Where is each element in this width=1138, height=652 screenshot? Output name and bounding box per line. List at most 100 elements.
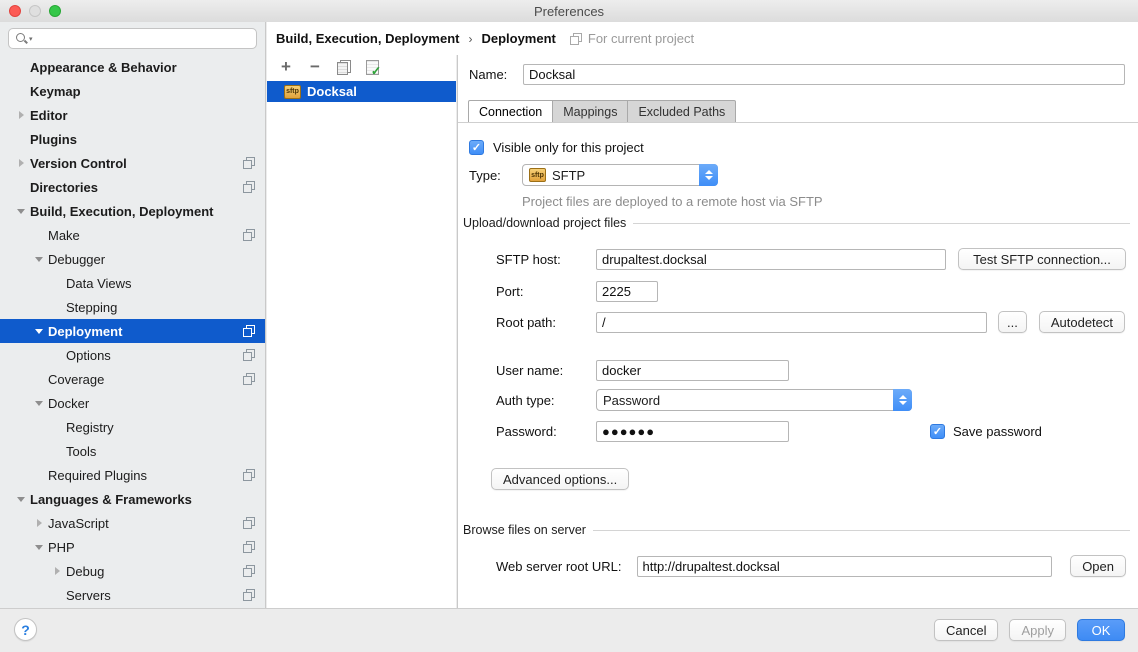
sidebar-item-label: Data Views <box>66 276 132 291</box>
sidebar-item-label: Docker <box>48 396 89 411</box>
test-connection-button[interactable]: Test SFTP connection... <box>958 248 1126 270</box>
minimize-window-icon[interactable] <box>29 5 41 17</box>
password-input[interactable] <box>596 421 789 442</box>
chevron-right-icon[interactable] <box>30 519 48 527</box>
sidebar-item-coverage[interactable]: Coverage <box>0 367 265 391</box>
server-list-toolbar <box>267 55 456 79</box>
breadcrumb-parent[interactable]: Build, Execution, Deployment <box>276 31 459 46</box>
auth-type-value: Password <box>603 393 660 408</box>
auth-type-select[interactable]: Password <box>596 389 912 411</box>
sidebar-item-directories[interactable]: Directories <box>0 175 265 199</box>
browse-root-path-button[interactable]: ... <box>998 311 1027 333</box>
chevron-down-icon[interactable] <box>30 401 48 406</box>
settings-tree: Appearance & BehaviorKeymapEditorPlugins… <box>0 55 265 607</box>
sidebar-item-data-views[interactable]: Data Views <box>0 271 265 295</box>
add-icon[interactable] <box>278 59 294 75</box>
sidebar-item-debug[interactable]: Debug <box>0 559 265 583</box>
sidebar-item-required-plugins[interactable]: Required Plugins <box>0 463 265 487</box>
tab-content-divider <box>458 122 1138 123</box>
server-list-panel: sftpDocksal <box>267 55 456 608</box>
cancel-button[interactable]: Cancel <box>934 619 998 641</box>
sidebar-item-stepping[interactable]: Stepping <box>0 295 265 319</box>
name-input[interactable] <box>523 64 1125 85</box>
sidebar-item-version-control[interactable]: Version Control <box>0 151 265 175</box>
tab-mappings[interactable]: Mappings <box>553 100 628 123</box>
chevron-right-icon[interactable] <box>12 111 30 119</box>
server-list: sftpDocksal <box>267 81 456 102</box>
autodetect-button[interactable]: Autodetect <box>1039 311 1125 333</box>
close-window-icon[interactable] <box>9 5 21 17</box>
shared-settings-icon <box>243 565 255 577</box>
sftp-host-input[interactable] <box>596 249 946 270</box>
preferences-window: Preferences ▾ Appearance & BehaviorKeyma… <box>0 0 1138 652</box>
chevron-down-icon[interactable] <box>12 209 30 214</box>
chevron-down-icon[interactable] <box>30 545 48 550</box>
title-bar: Preferences <box>0 0 1138 22</box>
tab-excluded-paths[interactable]: Excluded Paths <box>628 100 736 123</box>
sidebar-item-editor[interactable]: Editor <box>0 103 265 127</box>
sidebar-item-registry[interactable]: Registry <box>0 415 265 439</box>
sidebar-item-label: PHP <box>48 540 75 555</box>
type-select[interactable]: sftp SFTP <box>522 164 718 186</box>
save-password-label: Save password <box>953 424 1042 439</box>
server-item-docksal[interactable]: sftpDocksal <box>267 81 456 102</box>
tab-connection[interactable]: Connection <box>468 100 553 123</box>
root-path-input[interactable] <box>596 312 987 333</box>
copy-server-icon[interactable] <box>336 59 352 75</box>
chevron-right-icon[interactable] <box>48 567 66 575</box>
user-name-input[interactable] <box>596 360 789 381</box>
chevron-down-icon[interactable] <box>30 329 48 334</box>
chevron-right-icon[interactable] <box>12 159 30 167</box>
sidebar-item-keymap[interactable]: Keymap <box>0 79 265 103</box>
visible-only-label: Visible only for this project <box>493 140 644 155</box>
sidebar-item-javascript[interactable]: JavaScript <box>0 511 265 535</box>
web-root-label: Web server root URL: <box>496 559 637 574</box>
sidebar-item-deployment[interactable]: Deployment <box>0 319 265 343</box>
search-input[interactable] <box>33 31 250 46</box>
apply-button[interactable]: Apply <box>1009 619 1066 641</box>
name-label: Name: <box>469 67 523 82</box>
sidebar-item-build-execution-deployment[interactable]: Build, Execution, Deployment <box>0 199 265 223</box>
sidebar-item-label: Make <box>48 228 80 243</box>
sidebar-item-make[interactable]: Make <box>0 223 265 247</box>
scope-indicator: For current project <box>570 31 694 46</box>
type-value: SFTP <box>552 168 585 183</box>
search-box[interactable]: ▾ <box>8 28 257 49</box>
save-password-checkbox[interactable]: ✓ <box>930 424 945 439</box>
remove-icon[interactable] <box>307 59 323 75</box>
visible-only-checkbox[interactable]: ✓ <box>469 140 484 155</box>
sidebar-item-docker[interactable]: Docker <box>0 391 265 415</box>
advanced-options-button[interactable]: Advanced options... <box>491 468 629 490</box>
browse-section-title: Browse files on server <box>463 523 586 537</box>
sidebar-item-label: JavaScript <box>48 516 109 531</box>
sidebar-item-label: Options <box>66 348 111 363</box>
open-url-button[interactable]: Open <box>1070 555 1126 577</box>
sidebar-item-php[interactable]: PHP <box>0 535 265 559</box>
web-root-input[interactable] <box>637 556 1053 577</box>
chevron-down-icon[interactable] <box>30 257 48 262</box>
upload-section-divider <box>633 223 1130 224</box>
sidebar-item-options[interactable]: Options <box>0 343 265 367</box>
sidebar-item-tools[interactable]: Tools <box>0 439 265 463</box>
sidebar-item-debugger[interactable]: Debugger <box>0 247 265 271</box>
password-label: Password: <box>496 424 596 439</box>
auth-type-label: Auth type: <box>496 393 596 408</box>
help-button[interactable]: ? <box>14 618 37 641</box>
shared-settings-icon <box>243 157 255 169</box>
ok-button[interactable]: OK <box>1077 619 1125 641</box>
zoom-window-icon[interactable] <box>49 5 61 17</box>
breadcrumb-separator-icon: › <box>468 32 472 46</box>
chevron-down-icon[interactable] <box>12 497 30 502</box>
sidebar-item-label: Servers <box>66 588 111 603</box>
sidebar-item-languages-frameworks[interactable]: Languages & Frameworks <box>0 487 265 511</box>
shared-settings-icon <box>243 589 255 601</box>
sidebar-item-plugins[interactable]: Plugins <box>0 127 265 151</box>
select-stepper-icon <box>699 164 718 186</box>
use-as-default-icon[interactable] <box>365 60 379 75</box>
sidebar-item-appearance-behavior[interactable]: Appearance & Behavior <box>0 55 265 79</box>
type-help-text: Project files are deployed to a remote h… <box>522 194 823 209</box>
upload-section-title: Upload/download project files <box>463 216 626 230</box>
shared-settings-icon <box>243 349 255 361</box>
port-input[interactable] <box>596 281 658 302</box>
sidebar-item-servers[interactable]: Servers <box>0 583 265 607</box>
